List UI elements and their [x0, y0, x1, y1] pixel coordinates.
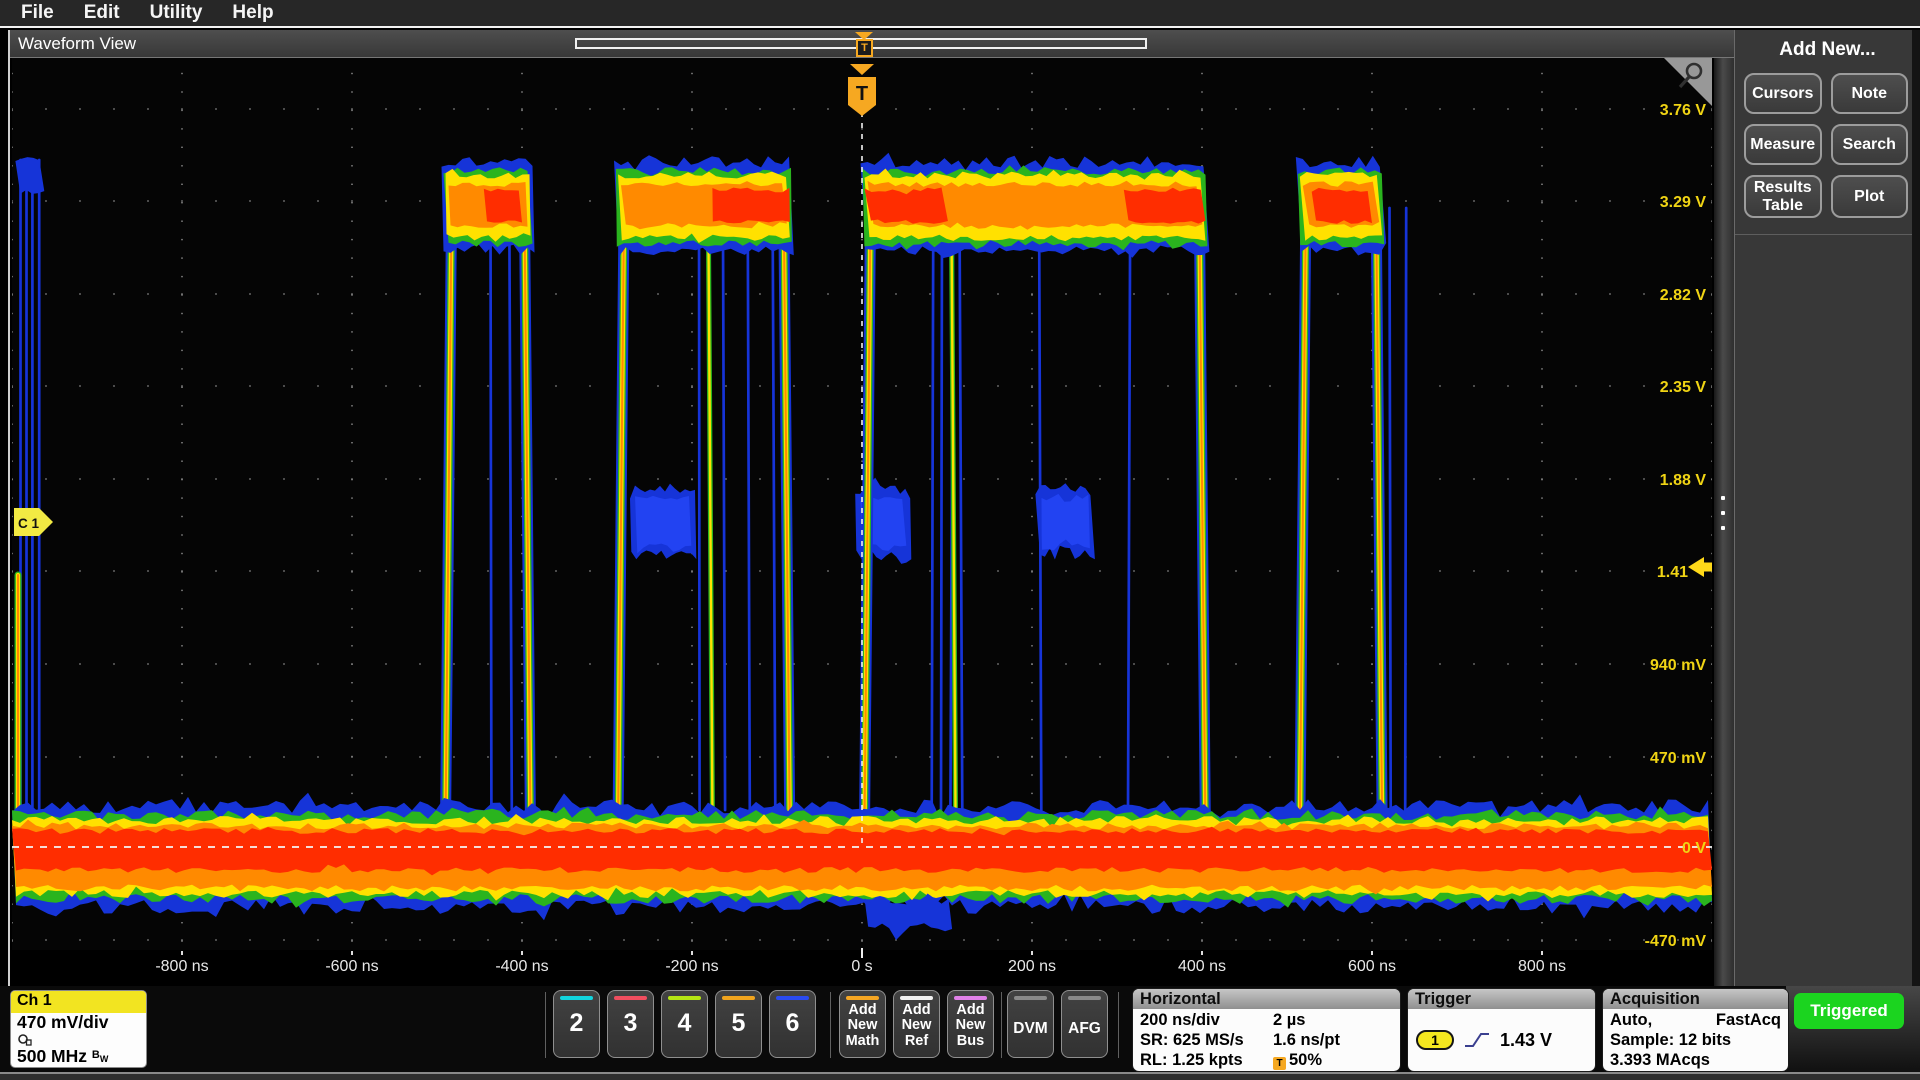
- acquisition-sample: Sample: 12 bits: [1603, 1030, 1788, 1050]
- add-new-sidebar: Add New... Cursors Note Measure Search R…: [1734, 30, 1920, 986]
- menu-edit[interactable]: Edit: [84, 2, 120, 24]
- channel-5-color-strip: [722, 996, 755, 1000]
- time-tick-label: -200 ns: [647, 958, 737, 976]
- svg-text:470 mV: 470 mV: [1650, 750, 1706, 767]
- time-tick-label: -800 ns: [137, 958, 227, 976]
- trigger-position-badge[interactable]: T: [856, 39, 873, 57]
- time-tick-label: 400 ns: [1157, 958, 1247, 976]
- horizontal-panel-title: Horizontal: [1133, 989, 1400, 1009]
- time-tick-label: 600 ns: [1327, 958, 1417, 976]
- channel-1-bandwidth: 500 MHz BW: [11, 1046, 146, 1068]
- record-length: RL: 1.25 kpts: [1140, 1050, 1243, 1070]
- menu-utility[interactable]: Utility: [150, 2, 203, 24]
- acquisition-panel-title: Acquisition: [1603, 989, 1788, 1009]
- channel-3-button[interactable]: 3: [607, 990, 654, 1058]
- menu-help[interactable]: Help: [232, 2, 273, 24]
- note-button[interactable]: Note: [1831, 73, 1909, 114]
- probe-icon: [17, 1033, 33, 1046]
- waveform-view-panel: Waveform View T T 3.76 V 3.29 V 2.82 V 2.35 …: [8, 30, 1734, 986]
- channel-4-color-strip: [668, 996, 701, 1000]
- fastacq-label: FastAcq: [1716, 1010, 1781, 1030]
- time-axis: -800 ns -600 ns -400 ns -200 ns 0 s 200 ns 400…: [12, 950, 1712, 984]
- channel-5-button[interactable]: 5: [715, 990, 762, 1058]
- channel-6-color-strip: [776, 996, 809, 1000]
- dvm-color-strip: [1014, 996, 1047, 1000]
- add-new-bus-button[interactable]: Add New Bus: [947, 990, 994, 1058]
- channel-1-label: Ch 1: [11, 991, 146, 1013]
- channel-2-button[interactable]: 2: [553, 990, 600, 1058]
- menu-file[interactable]: File: [21, 2, 54, 24]
- svg-text:2.82 V: 2.82 V: [1660, 287, 1707, 304]
- waveform-view-header: Waveform View T: [10, 30, 1734, 58]
- time-tick-label: -600 ns: [307, 958, 397, 976]
- svg-text:3.76 V: 3.76 V: [1660, 102, 1707, 119]
- svg-text:1.88 V: 1.88 V: [1660, 472, 1707, 489]
- view-title: Waveform View: [18, 34, 136, 54]
- channel-6-button[interactable]: 6: [769, 990, 816, 1058]
- acquisition-panel[interactable]: Acquisition Auto, FastAcq Sample: 12 bit…: [1603, 989, 1788, 1071]
- svg-text:940 mV: 940 mV: [1650, 657, 1706, 674]
- math-color-strip: [846, 996, 879, 1000]
- bus-color-strip: [954, 996, 987, 1000]
- svg-text:2.35 V: 2.35 V: [1660, 379, 1707, 396]
- svg-text:0 V: 0 V: [1682, 840, 1706, 857]
- channel-1-badge[interactable]: Ch 1 470 mV/div 500 MHz BW: [10, 990, 147, 1068]
- channel-1-scale: 470 mV/div: [11, 1013, 146, 1032]
- sample-rate: SR: 625 MS/s: [1140, 1030, 1244, 1050]
- svg-text:1.41: 1.41: [1657, 564, 1688, 581]
- search-button[interactable]: Search: [1831, 124, 1909, 165]
- screen-bottom-edge: [0, 1072, 1920, 1080]
- results-table-button[interactable]: Results Table: [1744, 175, 1822, 218]
- afg-button[interactable]: AFG: [1061, 990, 1108, 1058]
- sample-interval: 1.6 ns/pt: [1273, 1030, 1340, 1050]
- channel-2-color-strip: [560, 996, 593, 1000]
- trigger-t-icon: T: [1273, 1057, 1286, 1070]
- acquisition-mode: Auto,: [1610, 1010, 1652, 1030]
- time-tick-label: 800 ns: [1497, 958, 1587, 976]
- time-tick-label: 0 s: [817, 958, 907, 976]
- svg-text:C 1: C 1: [18, 516, 40, 531]
- channel-1-ref-marker[interactable]: C 1: [14, 508, 53, 536]
- afg-color-strip: [1068, 996, 1101, 1000]
- svg-text:3.29 V: 3.29 V: [1660, 194, 1707, 211]
- svg-text:T: T: [856, 83, 868, 105]
- trigger-panel[interactable]: Trigger 1 1.43 V: [1408, 989, 1595, 1071]
- add-new-math-button[interactable]: Add New Math: [839, 990, 886, 1058]
- svg-text:-470 mV: -470 mV: [1645, 933, 1707, 950]
- trigger-source-badge: 1: [1416, 1030, 1454, 1050]
- trigger-status-badge: Triggered: [1794, 993, 1904, 1029]
- add-new-title: Add New...: [1735, 39, 1920, 61]
- acquisition-count: 3.393 MAcqs: [1603, 1050, 1788, 1070]
- menu-bar: File Edit Utility Help: [0, 0, 1920, 28]
- trigger-position-percent: T50%: [1273, 1050, 1322, 1070]
- horizontal-scale: 200 ns/div: [1140, 1010, 1220, 1030]
- time-tick-label: -400 ns: [477, 958, 567, 976]
- horizontal-window: 2 µs: [1273, 1010, 1305, 1030]
- channel-4-button[interactable]: 4: [661, 990, 708, 1058]
- cursors-button[interactable]: Cursors: [1744, 73, 1822, 114]
- time-tick-label: 200 ns: [987, 958, 1077, 976]
- channel-3-color-strip: [614, 996, 647, 1000]
- splitter-grip-icon[interactable]: [1721, 496, 1726, 530]
- trigger-position-flag[interactable]: T: [848, 64, 876, 116]
- rising-edge-icon: [1464, 1030, 1490, 1050]
- settings-bar: Ch 1 470 mV/div 500 MHz BW 2 3 4 5 6: [0, 986, 1920, 1072]
- ref-color-strip: [900, 996, 933, 1000]
- trigger-level: 1.43 V: [1500, 1030, 1552, 1051]
- panel-splitter[interactable]: [1714, 58, 1734, 986]
- horizontal-panel[interactable]: Horizontal 200 ns/div 2 µs SR: 625 MS/s …: [1133, 989, 1400, 1071]
- add-new-ref-button[interactable]: Add New Ref: [893, 990, 940, 1058]
- trigger-panel-title: Trigger: [1408, 989, 1595, 1009]
- dvm-button[interactable]: DVM: [1007, 990, 1054, 1058]
- trigger-level-arrow[interactable]: [1688, 557, 1712, 577]
- zoom-corner-icon[interactable]: [1664, 58, 1712, 106]
- waveform-plot[interactable]: T 3.76 V 3.29 V 2.82 V 2.35 V 1.88 V 1.41 940 m…: [12, 58, 1712, 950]
- plot-button[interactable]: Plot: [1831, 175, 1909, 218]
- measure-button[interactable]: Measure: [1744, 124, 1822, 165]
